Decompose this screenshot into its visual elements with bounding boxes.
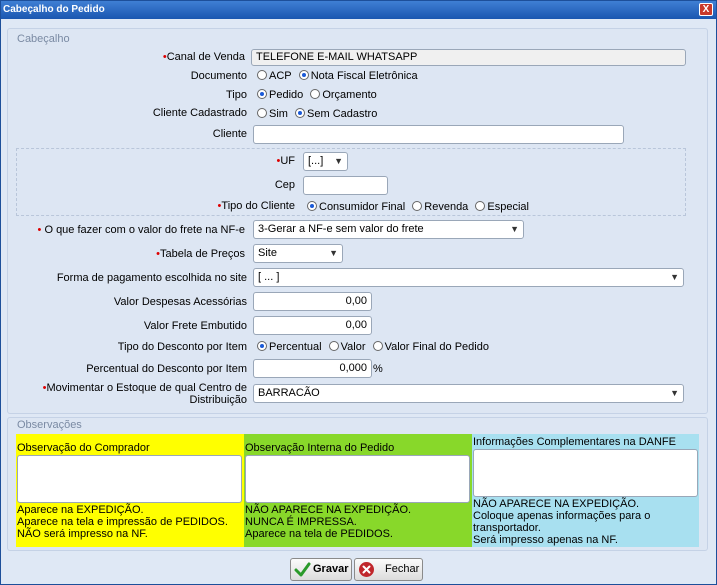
tipo-option-pedido[interactable]: Pedido	[257, 89, 307, 101]
cep-label: Cep	[274, 179, 295, 191]
chevron-down-icon: ▼	[510, 224, 519, 234]
obs-comprador-textarea[interactable]	[17, 455, 242, 503]
window-title: Cabeçalho do Pedido	[1, 1, 716, 19]
close-icon[interactable]: X	[699, 3, 713, 16]
frete-nfe-label: • O que fazer com o valor do frete na NF…	[37, 224, 245, 236]
tipo-radio-group: Pedido Orçamento	[257, 89, 381, 101]
gravar-button[interactable]: Gravar	[290, 558, 352, 581]
tabela-precos-select[interactable]: Site ▼	[253, 244, 343, 263]
obs-comprador-title: Observação do Comprador	[17, 442, 150, 454]
chevron-down-icon: ▼	[329, 248, 338, 258]
canal-venda-field[interactable]: TELEFONE E-MAIL WHATSAPP	[251, 49, 686, 66]
tipo-cliente-label: •Tipo do Cliente	[217, 200, 295, 212]
cliente-cadastrado-radio-group: Sim Sem Cadastro	[257, 108, 381, 120]
forma-pagamento-select[interactable]: [ ... ] ▼	[253, 268, 684, 287]
valor-frete-label: Valor Frete Embutido	[143, 320, 247, 332]
tipo-cliente-option-especial[interactable]: Especial	[475, 201, 533, 213]
forma-pagamento-label: Forma de pagamento escolhida no site	[56, 272, 247, 284]
tipo-desconto-option-percentual[interactable]: Percentual	[257, 341, 326, 353]
obs-interna-notes: NÃO APARECE NA EXPEDIÇÃO. NUNCA É IMPRES…	[245, 504, 412, 540]
tipo-cliente-radio-group: Consumidor Final Revenda Especial	[307, 201, 533, 213]
valor-despesas-label: Valor Despesas Acessórias	[113, 296, 247, 308]
documento-radio-group: ACP Nota Fiscal Eletrônica	[257, 70, 422, 82]
cliente-cadastrado-option-sem[interactable]: Sem Cadastro	[295, 108, 381, 120]
obs-danfe-notes: NÃO APARECE NA EXPEDIÇÃO. Coloque apenas…	[473, 498, 651, 546]
uf-label: •UF	[276, 155, 295, 167]
obs-interna-title: Observação Interna do Pedido	[245, 442, 395, 454]
tipo-desconto-option-valor[interactable]: Valor	[328, 341, 370, 353]
obs-danfe-column: Informações Complementares na DANFE NÃO …	[472, 434, 699, 547]
documento-label: Documento	[190, 70, 247, 82]
obs-interna-column: Observação Interna do Pedido NÃO APARECE…	[244, 434, 472, 547]
centro-distribuicao-select[interactable]: BARRACÃO ▼	[253, 384, 684, 403]
documento-option-acp[interactable]: ACP	[257, 70, 296, 82]
percentual-desconto-label: Percentual do Desconto por Item	[86, 363, 247, 375]
header-legend: Cabeçalho	[17, 33, 70, 45]
close-circle-icon	[359, 562, 374, 577]
tipo-label: Tipo	[226, 89, 247, 101]
percentual-desconto-input[interactable]: 0,000	[253, 359, 372, 378]
observacoes-legend: Observações	[17, 419, 82, 431]
tipo-desconto-radio-group: Percentual Valor Valor Final do Pedido	[257, 341, 493, 353]
check-icon	[294, 562, 311, 577]
tipo-option-orcamento[interactable]: Orçamento	[310, 89, 380, 101]
tipo-desconto-option-valor-final[interactable]: Valor Final do Pedido	[372, 341, 493, 353]
cliente-input[interactable]	[253, 125, 624, 144]
obs-interna-textarea[interactable]	[245, 455, 470, 503]
obs-comprador-column: Observação do Comprador Aparece na EXPED…	[16, 434, 244, 547]
tipo-cliente-option-revenda[interactable]: Revenda	[412, 201, 472, 213]
fechar-button[interactable]: Fechar	[354, 558, 423, 581]
valor-frete-input[interactable]: 0,00	[253, 316, 372, 335]
percent-unit: %	[373, 363, 383, 375]
tipo-cliente-option-consumidor[interactable]: Consumidor Final	[307, 201, 409, 213]
chevron-down-icon: ▼	[670, 272, 679, 282]
frete-nfe-select[interactable]: 3-Gerar a NF-e sem valor do frete ▼	[253, 220, 524, 239]
documento-option-nfe[interactable]: Nota Fiscal Eletrônica	[298, 70, 422, 82]
obs-danfe-textarea[interactable]	[473, 449, 698, 497]
canal-venda-label: •Canal de Venda	[162, 51, 245, 63]
cliente-cadastrado-option-sim[interactable]: Sim	[257, 108, 292, 120]
cliente-label: Cliente	[212, 128, 247, 140]
tabela-precos-label: •Tabela de Preços	[156, 248, 245, 260]
centro-distribuicao-label: •Movimentar o Estoque de qual Centro de D…	[42, 382, 247, 406]
tipo-desconto-label: Tipo do Desconto por Item	[117, 341, 247, 353]
obs-comprador-notes: Aparece na EXPEDIÇÃO. Aparece na tela e …	[17, 504, 228, 540]
chevron-down-icon: ▼	[334, 156, 343, 166]
valor-despesas-input[interactable]: 0,00	[253, 292, 372, 311]
cep-input[interactable]	[303, 176, 388, 195]
chevron-down-icon: ▼	[670, 388, 679, 398]
cliente-cadastrado-label: Cliente Cadastrado	[152, 107, 247, 119]
obs-danfe-title: Informações Complementares na DANFE	[473, 436, 676, 448]
uf-select[interactable]: [...] ▼	[303, 152, 348, 171]
dialog-window: Cabeçalho do Pedido X Cabeçalho •Canal d…	[0, 0, 717, 585]
